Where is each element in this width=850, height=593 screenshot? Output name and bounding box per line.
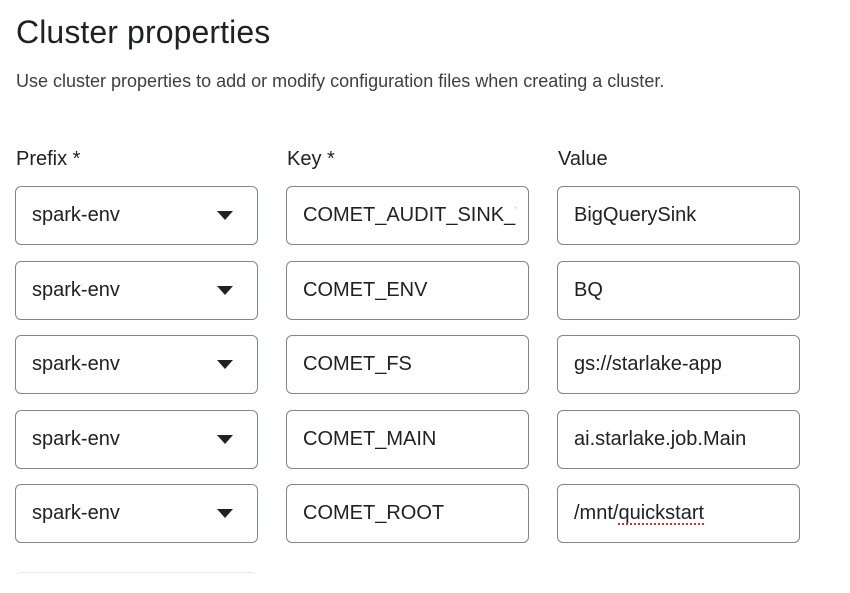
arrow-drop-down-icon <box>217 360 233 369</box>
key-input[interactable]: COMET_ROOT <box>286 484 529 543</box>
value-input-value: BQ <box>574 278 603 301</box>
arrow-drop-down-icon <box>217 434 233 444</box>
property-row: spark-env COMET_AUDIT_SINK_TYPE BigQuery… <box>15 186 805 246</box>
prefix-column-header: Prefix * <box>16 148 81 170</box>
value-input[interactable]: BQ <box>557 260 800 320</box>
arrow-drop-down-icon <box>217 285 233 295</box>
property-row: spark-env COMET_ROOT /mnt/quickstart <box>15 484 805 544</box>
prefix-select-value: spark-env <box>32 353 120 375</box>
value-input[interactable]: BigQuerySink <box>557 186 800 245</box>
value-input-value: BigQuerySink <box>574 204 697 226</box>
value-input-value: ai.starlake.job.Main <box>574 427 747 450</box>
key-input-value: COMET_AUDIT_SINK_TYPE <box>303 204 516 226</box>
key-input-value: COMET_MAIN <box>303 427 437 450</box>
arrow-drop-down-icon <box>217 509 233 518</box>
page-title: Cluster properties <box>16 14 271 50</box>
key-input-value: COMET_ROOT <box>303 502 445 524</box>
prefix-select[interactable]: spark-env <box>15 409 258 469</box>
property-row: spark-env COMET_MAIN ai.starlake.job.Mai… <box>15 409 805 470</box>
key-input-value: COMET_ENV <box>303 278 428 301</box>
value-input[interactable]: /mnt/quickstart <box>557 484 800 543</box>
key-input[interactable]: COMET_ENV <box>286 260 529 320</box>
key-column-header: Key * <box>287 148 335 170</box>
property-row: spark-env COMET_FS gs://starlake-app <box>15 335 805 395</box>
key-input-value: COMET_FS <box>303 353 412 375</box>
property-rows: spark-env COMET_AUDIT_SINK_TYPE BigQuery… <box>15 186 805 559</box>
spellcheck-flagged-word: quickstart <box>618 502 705 524</box>
value-text-prefix: /mnt/ <box>574 502 619 524</box>
prefix-select[interactable]: spark-env <box>15 335 258 394</box>
key-input[interactable]: COMET_MAIN <box>286 409 529 469</box>
value-input[interactable]: gs://starlake-app <box>557 335 800 394</box>
key-input[interactable]: COMET_AUDIT_SINK_TYPE <box>286 186 529 245</box>
add-property-button[interactable] <box>15 572 258 593</box>
page-description: Use cluster properties to add or modify … <box>16 71 665 91</box>
prefix-select-value: spark-env <box>32 502 120 524</box>
prefix-select-value: spark-env <box>32 204 120 226</box>
property-row: spark-env COMET_ENV BQ <box>15 260 805 321</box>
key-input[interactable]: COMET_FS <box>286 335 529 394</box>
arrow-drop-down-icon <box>217 211 233 220</box>
prefix-select[interactable]: spark-env <box>15 260 258 320</box>
prefix-select[interactable]: spark-env <box>15 186 258 245</box>
value-input[interactable]: ai.starlake.job.Main <box>557 409 800 469</box>
prefix-select-value: spark-env <box>32 427 120 450</box>
value-column-header: Value <box>558 148 608 170</box>
prefix-select[interactable]: spark-env <box>15 484 258 543</box>
value-input-value: /mnt/quickstart <box>574 485 787 541</box>
value-input-value: gs://starlake-app <box>574 353 722 375</box>
prefix-select-value: spark-env <box>32 278 120 301</box>
